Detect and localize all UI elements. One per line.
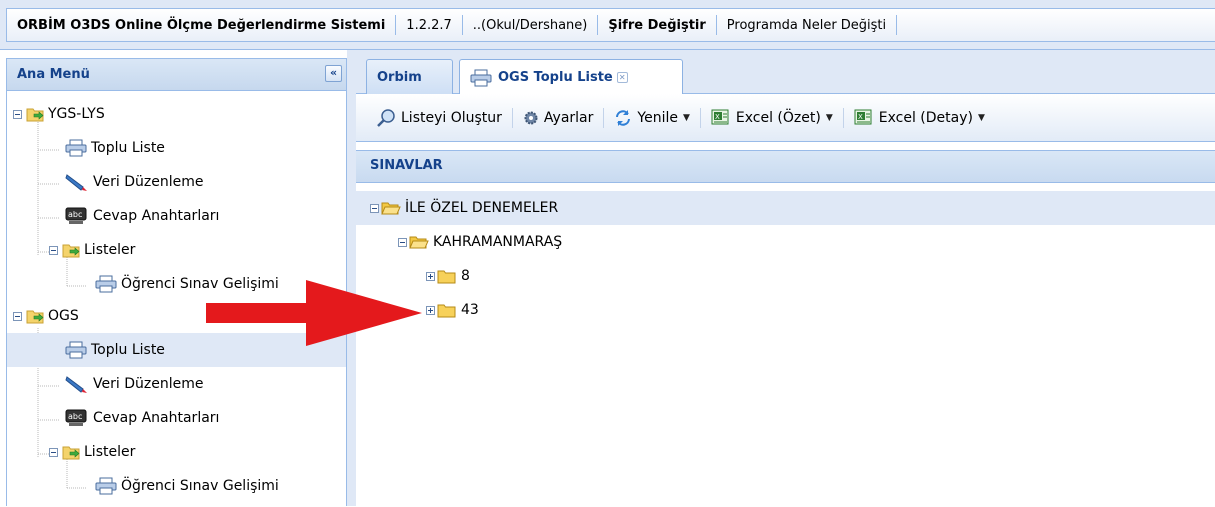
exam-tree-node[interactable]: 8 (426, 259, 470, 293)
menu-item-label: Toplu Liste (91, 342, 165, 358)
excel-summary-button[interactable]: X Excel (Özet) ▼ (705, 109, 839, 127)
collapse-toggle-icon[interactable] (398, 237, 407, 247)
menu-item-label: Listeler (84, 242, 136, 258)
folder-icon (437, 268, 457, 284)
list-toolbar: Listeyi Oluştur Ayarlar Yenile ▼ X Excel… (356, 94, 1215, 142)
refresh-icon (614, 109, 632, 127)
menu-item-label: Cevap Anahtarları (93, 208, 220, 224)
menu-item-label: Cevap Anahtarları (93, 410, 220, 426)
menu-item-label: Öğrenci Sınav Gelişimi (121, 478, 279, 494)
exam-tree-node[interactable]: 43 (426, 293, 479, 327)
folder-go-icon (62, 242, 80, 258)
menu-item-cevap-anahtarlari[interactable]: abc Cevap Anahtarları (7, 401, 346, 435)
refresh-button[interactable]: Yenile ▼ (608, 109, 696, 127)
printer-icon (95, 477, 117, 495)
svg-text:abc: abc (68, 412, 82, 421)
svg-text:abc: abc (68, 210, 82, 219)
create-list-button[interactable]: Listeyi Oluştur (370, 108, 508, 128)
toolbar-separator (842, 107, 844, 128)
separator (896, 15, 898, 35)
menu-item-label: Veri Düzenleme (93, 376, 204, 392)
menu-group-listeler[interactable]: Listeler (7, 435, 346, 469)
menu-item-label: Veri Düzenleme (93, 174, 204, 190)
collapse-toggle-icon[interactable] (13, 109, 22, 119)
printer-icon (95, 275, 117, 293)
menu-item-label: OGS (48, 308, 79, 324)
printer-icon (65, 139, 87, 157)
tab-ogs-toplu-liste[interactable]: OGS Toplu Liste ✕ (459, 59, 683, 95)
close-tab-icon[interactable]: ✕ (616, 72, 628, 83)
menu-item-label: YGS-LYS (48, 106, 105, 122)
folder-go-icon (26, 106, 44, 122)
collapse-toggle-icon[interactable] (49, 245, 58, 255)
toolbar-separator (699, 107, 701, 128)
printer-icon (65, 341, 87, 359)
collapse-panel-icon[interactable]: « (325, 65, 342, 82)
top-toolbar: ORBİM O3DS Online Ölçme Değerlendirme Si… (6, 8, 1215, 42)
menu-group-listeler[interactable]: Listeler (7, 233, 346, 267)
pencil-icon (65, 374, 89, 394)
annotation-arrow-icon (206, 280, 422, 346)
menu-item-label: Listeler (84, 444, 136, 460)
change-password-link[interactable]: Şifre Değiştir (598, 18, 715, 33)
settings-button[interactable]: Ayarlar (517, 110, 599, 126)
folder-icon (437, 302, 457, 318)
app-title: ORBİM O3DS Online Ölçme Değerlendirme Si… (17, 17, 386, 33)
svg-text:X: X (858, 113, 863, 121)
gear-icon (523, 110, 539, 126)
top-bar: ORBİM O3DS Online Ölçme Değerlendirme Si… (0, 0, 1215, 50)
printer-icon (470, 69, 492, 87)
exam-tree-node[interactable]: KAHRAMANMARAŞ (398, 225, 562, 259)
pencil-icon (65, 172, 89, 192)
menu-group-ygs-lys[interactable]: YGS-LYS (7, 97, 346, 131)
tab-label: Orbim (377, 69, 422, 85)
toolbar-separator (511, 107, 513, 128)
spellcheck-icon: abc (65, 207, 89, 225)
content-panel: Orbim OGS Toplu Liste ✕ Listeyi Oluştur … (356, 50, 1215, 506)
collapse-toggle-icon[interactable] (49, 447, 58, 457)
exam-tree-node[interactable]: İLE ÖZEL DENEMELER (356, 191, 1215, 225)
tab-strip: Orbim OGS Toplu Liste ✕ (356, 50, 1215, 95)
school-link[interactable]: ..(Okul/Dershane) (463, 18, 598, 33)
dropdown-arrow-icon: ▼ (682, 112, 690, 123)
menu-item-toplu-liste[interactable]: Toplu Liste (7, 131, 346, 165)
main-menu-header: Ana Menü « (7, 59, 346, 91)
button-label: Ayarlar (543, 109, 594, 126)
folder-open-icon (409, 234, 429, 250)
menu-item-veri-duzenleme[interactable]: Veri Düzenleme (7, 165, 346, 199)
menu-item-label: Toplu Liste (91, 140, 165, 156)
button-label: Listeyi Oluştur (401, 109, 502, 126)
whats-new-link[interactable]: Programda Neler Değişti (717, 18, 896, 33)
excel-icon: X (711, 109, 731, 127)
exam-node-label: 43 (461, 302, 479, 318)
exam-node-label: KAHRAMANMARAŞ (433, 234, 563, 250)
button-label: Excel (Özet) (735, 109, 821, 126)
exam-node-label: İLE ÖZEL DENEMELER (405, 200, 559, 216)
button-label: Yenile (637, 109, 678, 126)
svg-text:X: X (715, 113, 720, 121)
menu-item-ogrenci-sinav-gelisimi[interactable]: Öğrenci Sınav Gelişimi (7, 469, 346, 503)
tab-orbim[interactable]: Orbim (366, 59, 453, 94)
menu-item-cevap-anahtarlari[interactable]: abc Cevap Anahtarları (7, 199, 346, 233)
version-label: 1.2.2.7 (406, 17, 452, 33)
toolbar-separator (603, 107, 605, 128)
dropdown-arrow-icon: ▼ (825, 112, 833, 123)
main-menu-title: Ana Menü (17, 67, 90, 82)
tab-label: OGS Toplu Liste (498, 70, 613, 85)
excel-icon: X (854, 109, 874, 127)
folder-open-icon (381, 200, 401, 216)
magnifier-icon (376, 108, 396, 128)
exam-node-label: 8 (461, 268, 470, 284)
dropdown-arrow-icon: ▼ (977, 112, 985, 123)
collapse-toggle-icon[interactable] (370, 203, 379, 213)
folder-go-icon (62, 444, 80, 460)
menu-item-veri-duzenleme[interactable]: Veri Düzenleme (7, 367, 346, 401)
spellcheck-icon: abc (65, 409, 89, 427)
excel-detail-button[interactable]: X Excel (Detay) ▼ (848, 109, 991, 127)
folder-go-icon (26, 308, 44, 324)
exams-section-header: SINAVLAR (356, 150, 1215, 183)
button-label: Excel (Detay) (878, 109, 973, 126)
collapse-toggle-icon[interactable] (13, 311, 22, 321)
section-title: SINAVLAR (370, 158, 443, 173)
